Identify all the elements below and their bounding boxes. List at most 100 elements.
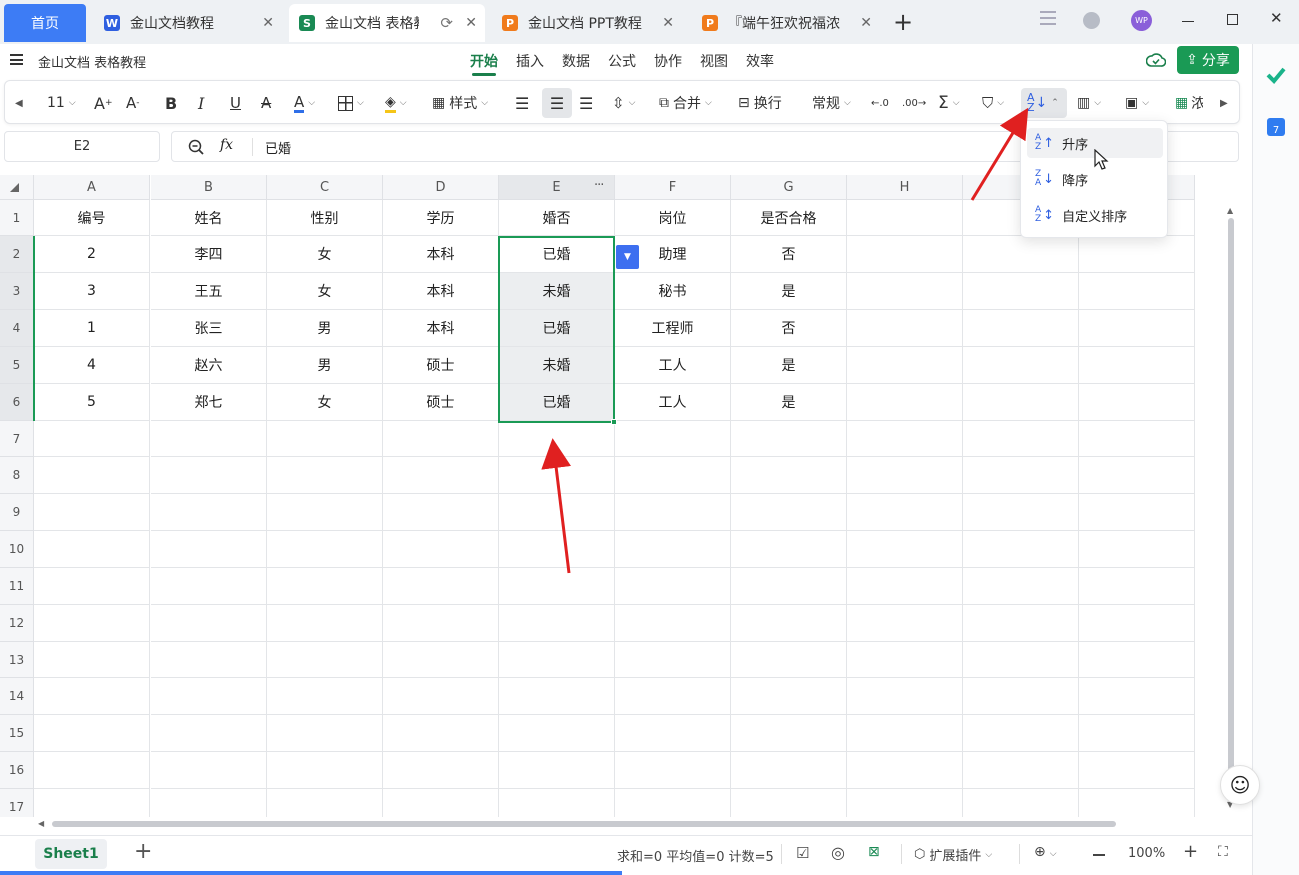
increase-decimal-icon[interactable]: .00→	[902, 91, 926, 115]
share-button[interactable]: ⇪ 分享	[1177, 46, 1239, 74]
tab-ppt-tutorial[interactable]: P 金山文档 PPT教程 ✕	[492, 4, 682, 42]
menu-tab-data[interactable]: 数据	[562, 51, 590, 71]
empty-cell[interactable]	[731, 642, 847, 678]
empty-cell[interactable]	[615, 715, 731, 752]
name-box[interactable]: E2	[4, 131, 160, 162]
zoom-search-icon[interactable]	[188, 139, 204, 155]
vertical-scrollbar[interactable]: ▲ ▼	[1224, 200, 1238, 817]
calendar-icon[interactable]: 7	[1267, 118, 1285, 136]
menu-tab-start[interactable]: 开始	[470, 51, 498, 76]
empty-cell[interactable]	[267, 605, 383, 642]
empty-cell[interactable]	[499, 531, 615, 568]
table-cell[interactable]: 女	[267, 236, 383, 273]
vertical-align-icon[interactable]: ⇳ ⌵	[612, 91, 635, 115]
row-header[interactable]: 4	[0, 310, 34, 347]
empty-cell[interactable]	[1079, 715, 1195, 752]
fill-color-icon[interactable]: ◈ ⌵	[385, 91, 407, 115]
image-icon[interactable]: ▣ ⌵	[1125, 91, 1149, 115]
extension-plugins-button[interactable]: ⬡ 扩展插件 ⌵	[914, 845, 992, 864]
empty-cell[interactable]	[383, 752, 499, 789]
empty-cell[interactable]	[731, 678, 847, 715]
table-cell[interactable]: 秘书	[615, 273, 731, 310]
empty-cell[interactable]	[151, 494, 267, 531]
chart-icon[interactable]: ▥ ⌵	[1077, 91, 1101, 115]
empty-cell[interactable]	[847, 568, 963, 605]
empty-cell[interactable]	[267, 752, 383, 789]
reload-icon[interactable]: ⟳	[440, 14, 453, 32]
empty-cell[interactable]	[731, 789, 847, 817]
sum-icon[interactable]: Σ ⌵	[938, 91, 960, 115]
table-cell[interactable]: 否	[731, 310, 847, 347]
table-cell[interactable]: 工人	[615, 347, 731, 384]
empty-cell[interactable]	[731, 752, 847, 789]
empty-cell[interactable]	[151, 642, 267, 678]
empty-cell[interactable]	[34, 678, 150, 715]
empty-cell[interactable]	[1079, 678, 1195, 715]
empty-cell[interactable]	[731, 531, 847, 568]
empty-cell[interactable]	[847, 384, 963, 421]
empty-cell[interactable]	[847, 273, 963, 310]
empty-cell[interactable]	[499, 457, 615, 494]
empty-cell[interactable]	[615, 568, 731, 605]
custom-sort-item[interactable]: A Z ↕ 自定义排序	[1027, 200, 1163, 230]
row-header[interactable]: 7	[0, 421, 34, 457]
empty-cell[interactable]	[963, 236, 1079, 273]
table-cell[interactable]: 男	[267, 347, 383, 384]
empty-cell[interactable]	[383, 568, 499, 605]
empty-cell[interactable]	[1079, 531, 1195, 568]
empty-cell[interactable]	[499, 494, 615, 531]
cloud-saved-icon[interactable]	[1146, 51, 1166, 69]
empty-cell[interactable]	[267, 642, 383, 678]
empty-cell[interactable]	[731, 494, 847, 531]
new-tab-plus-icon[interactable]: +	[893, 8, 913, 36]
empty-cell[interactable]	[1079, 347, 1195, 384]
globe-icon[interactable]: ◎	[831, 843, 845, 862]
empty-cell[interactable]	[963, 421, 1079, 457]
empty-cell[interactable]	[963, 494, 1079, 531]
column-header[interactable]: D	[383, 175, 499, 200]
empty-cell[interactable]	[34, 531, 150, 568]
border-icon[interactable]: ⌵	[338, 91, 364, 115]
row-header[interactable]: 2	[0, 236, 34, 273]
row-header[interactable]: 15	[0, 715, 34, 752]
empty-cell[interactable]	[267, 421, 383, 457]
empty-cell[interactable]	[151, 715, 267, 752]
table-cell[interactable]: 王五	[151, 273, 267, 310]
empty-cell[interactable]	[847, 715, 963, 752]
row-header[interactable]: 6	[0, 384, 34, 421]
empty-cell[interactable]	[267, 494, 383, 531]
empty-cell[interactable]	[1079, 494, 1195, 531]
empty-cell[interactable]	[151, 568, 267, 605]
empty-cell[interactable]	[34, 605, 150, 642]
empty-cell[interactable]	[963, 531, 1079, 568]
table-cell[interactable]: 工程师	[615, 310, 731, 347]
freeze-pane-icon[interactable]: ⊕ ⌵	[1034, 844, 1057, 860]
fullscreen-icon[interactable]: ⛶	[1218, 844, 1228, 860]
empty-cell[interactable]	[731, 605, 847, 642]
table-cell[interactable]: 是	[731, 273, 847, 310]
bold-icon[interactable]: B	[165, 91, 177, 115]
empty-cell[interactable]	[499, 752, 615, 789]
empty-cell[interactable]	[963, 347, 1079, 384]
empty-cell[interactable]	[731, 715, 847, 752]
maximize-icon[interactable]	[1227, 14, 1238, 25]
align-right-icon[interactable]: ☰	[579, 91, 593, 115]
empty-cell[interactable]	[963, 642, 1079, 678]
table-cell[interactable]: 赵六	[151, 347, 267, 384]
empty-cell[interactable]	[383, 457, 499, 494]
empty-cell[interactable]	[1079, 236, 1195, 273]
tab-festival[interactable]: P 『端午狂欢祝福浓 ✕	[692, 4, 882, 42]
fill-handle[interactable]	[611, 419, 617, 425]
filter-icon[interactable]: ⛉ ⌵	[982, 91, 1004, 115]
row-header[interactable]: 11	[0, 568, 34, 605]
empty-cell[interactable]	[615, 421, 731, 457]
empty-cell[interactable]	[731, 457, 847, 494]
function-icon[interactable]: fx	[220, 137, 233, 153]
table-cell[interactable]: 2	[34, 236, 150, 273]
vertical-scroll-thumb[interactable]	[1228, 218, 1234, 778]
empty-cell[interactable]	[383, 678, 499, 715]
empty-cell[interactable]	[1079, 605, 1195, 642]
tab-sheet-tutorial[interactable]: S 金山文档 表格教程 ⟳ ✕	[289, 4, 485, 42]
row-header[interactable]: 1	[0, 200, 34, 236]
excel-export-icon[interactable]: ⊠	[868, 844, 880, 860]
